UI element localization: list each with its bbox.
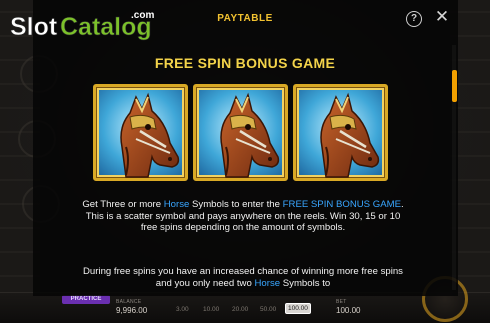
help-icon[interactable]: ? — [406, 11, 422, 27]
section-title: FREE SPIN BONUS GAME — [154, 55, 336, 71]
bet-option-active[interactable]: 100.00 — [285, 303, 311, 314]
symbol-row — [93, 84, 393, 181]
bet-option[interactable]: 20.00 — [232, 306, 248, 313]
bet-value: 100.00 — [336, 306, 361, 315]
slotcatalog-logo: Slot Catalog .com — [9, 5, 159, 46]
bet-option[interactable]: 10.00 — [203, 306, 219, 313]
bet-option[interactable]: 50.00 — [260, 306, 276, 313]
practice-badge: PRACTICE — [62, 295, 110, 304]
scrollbar-thumb[interactable] — [452, 70, 457, 102]
free-spins-description: During free spins you have an increased … — [83, 266, 403, 289]
bet-label: BET — [336, 299, 347, 305]
close-icon[interactable]: ✕ — [434, 8, 450, 25]
horse-symbol-icon — [193, 84, 288, 181]
bet-option[interactable]: 3.00 — [176, 306, 189, 313]
balance-label: BALANCE — [116, 299, 142, 305]
bonus-description: Get Three or more Horse Symbols to enter… — [82, 199, 404, 234]
balance-value: 9,996.00 — [116, 306, 148, 315]
horse-symbol-icon — [293, 84, 388, 181]
horse-symbol-icon — [93, 84, 188, 181]
